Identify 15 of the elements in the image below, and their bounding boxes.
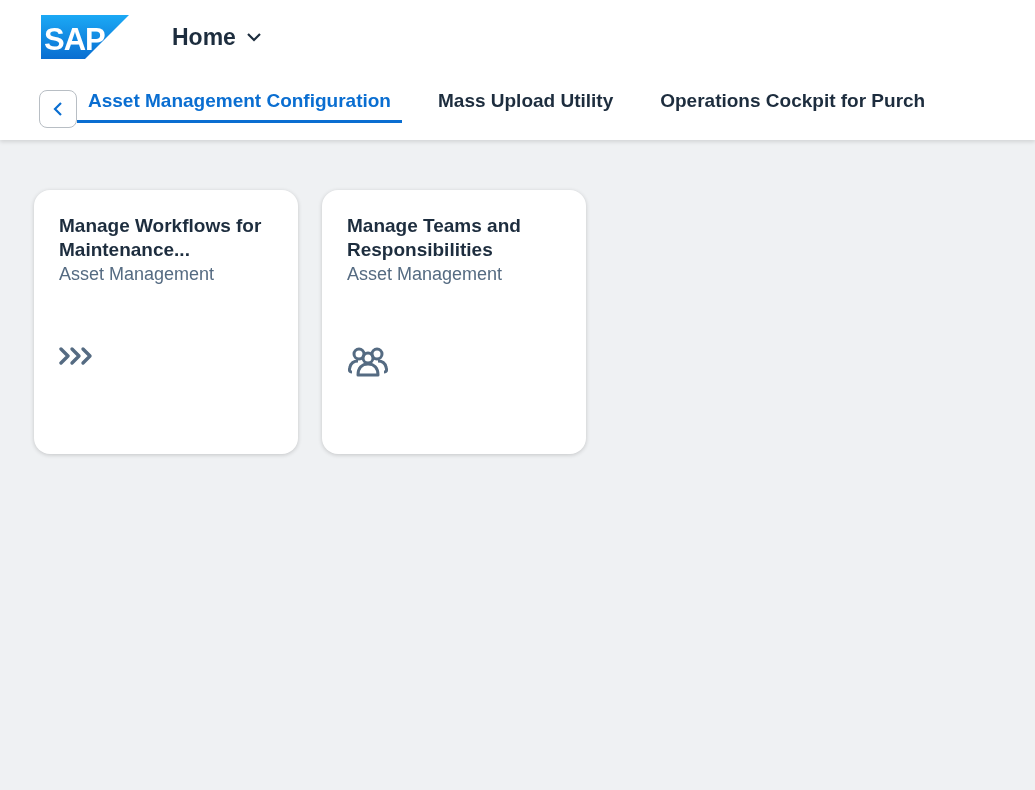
tile-title: Manage Teams and Responsibilities — [347, 214, 522, 262]
sap-logo[interactable]: SAP — [41, 15, 129, 59]
chevron-down-icon — [245, 32, 262, 42]
tile-subtitle: Asset Management — [347, 263, 504, 286]
app-tile[interactable]: Manage Workflows for Maintenance... Asset Management — [34, 190, 298, 454]
people-group-icon — [347, 346, 389, 378]
tab[interactable]: Asset Management Configuration — [77, 90, 402, 123]
tile-subtitle: Asset Management — [59, 263, 216, 286]
chevron-left-icon — [53, 101, 63, 117]
tab[interactable]: Operations Cockpit for Purch — [649, 90, 926, 123]
back-button[interactable] — [39, 90, 77, 128]
tab[interactable]: Mass Upload Utility — [427, 90, 625, 123]
home-menu-button[interactable]: Home — [172, 23, 262, 51]
app-tile[interactable]: Manage Teams and Responsibilities Asset Management — [322, 190, 586, 454]
tile-title: Manage Workflows for Maintenance... — [59, 214, 263, 262]
